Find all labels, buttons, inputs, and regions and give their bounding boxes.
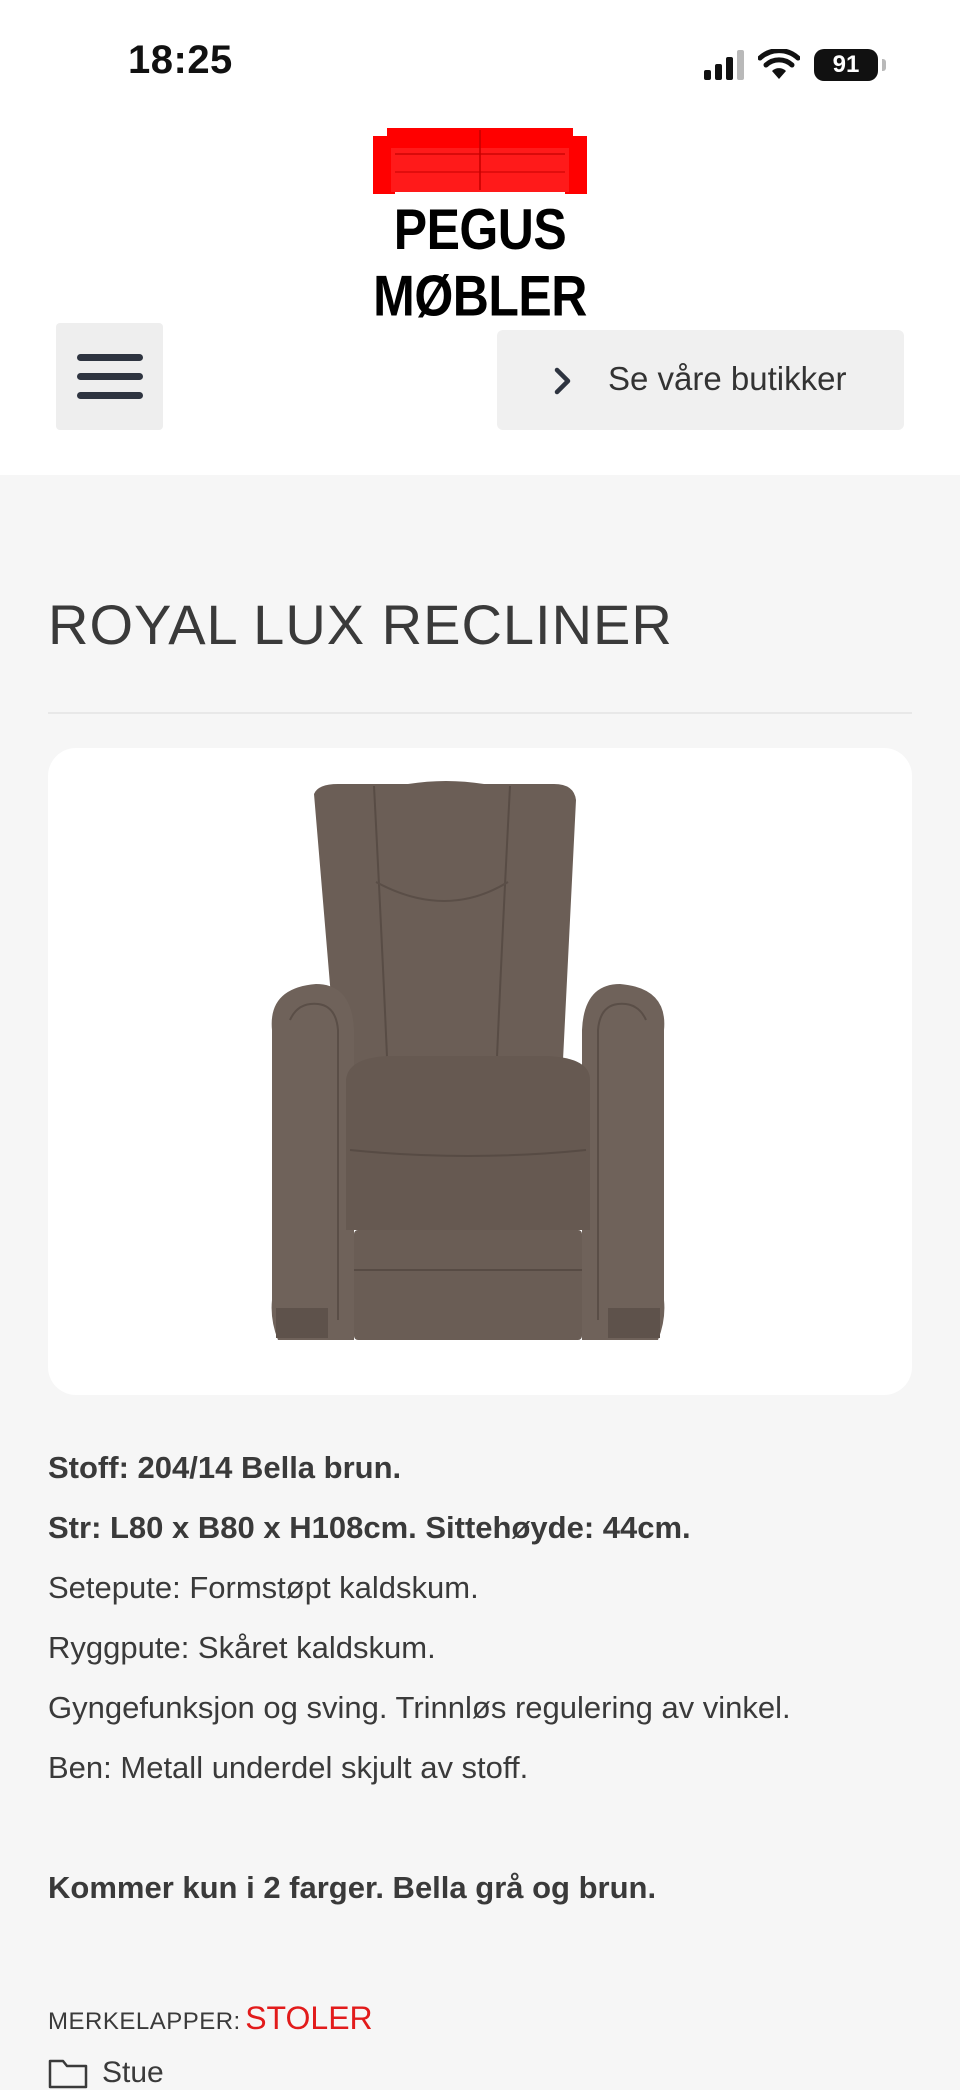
menu-button[interactable]: [56, 323, 163, 430]
battery-icon: 91: [814, 49, 886, 81]
stores-button[interactable]: Se våre butikker: [497, 330, 904, 430]
divider: [48, 712, 912, 714]
status-icons: 91: [704, 46, 886, 84]
product-image-card[interactable]: [48, 748, 912, 1395]
battery-level: 91: [832, 51, 860, 78]
product-title: ROYAL LUX RECLINER: [48, 593, 673, 656]
tags-label: MERKELAPPER:: [48, 2008, 241, 2035]
folder-icon: [48, 2059, 88, 2089]
chevron-right-icon: [554, 367, 571, 395]
description-legs: Ben: Metall underdel skjult av stoff.: [48, 1750, 529, 1785]
description-size: Str: L80 x B80 x H108cm. Sittehøyde: 44c…: [48, 1510, 691, 1545]
signal-icon: [704, 50, 744, 80]
product-image: [271, 781, 665, 1340]
status-time: 18:25: [128, 38, 233, 82]
description-colors: Kommer kun i 2 farger. Bella grå og brun…: [48, 1870, 657, 1905]
tags: MERKELAPPER: STOLER: [48, 2000, 373, 2037]
description-seat-cushion: Setepute: Formstøpt kaldskum.: [48, 1570, 479, 1605]
header-area: 18:25 91 PEGUS MØBLER Se våre butikker: [0, 0, 960, 475]
site-logo[interactable]: PEGUS MØBLER: [325, 128, 635, 328]
stores-button-label: Se våre butikker: [608, 360, 847, 397]
tag-link-stoler[interactable]: STOLER: [245, 2000, 372, 2036]
sofa-logo-icon: [373, 128, 587, 194]
description-back-cushion: Ryggpute: Skåret kaldskum.: [48, 1630, 436, 1665]
hamburger-menu-icon: [76, 353, 143, 399]
category-label: Stue: [102, 2056, 164, 2089]
wifi-icon: [758, 49, 800, 79]
description-fabric: Stoff: 204/14 Bella brun.: [48, 1450, 402, 1485]
description-function: Gyngefunksjon og sving. Trinnløs reguler…: [48, 1690, 791, 1725]
category-link[interactable]: Stue: [48, 2056, 164, 2090]
product-description: Stoff: 204/14 Bella brun. Str: L80 x B80…: [48, 1448, 918, 1928]
logo-text: PEGUS MØBLER: [373, 197, 587, 329]
